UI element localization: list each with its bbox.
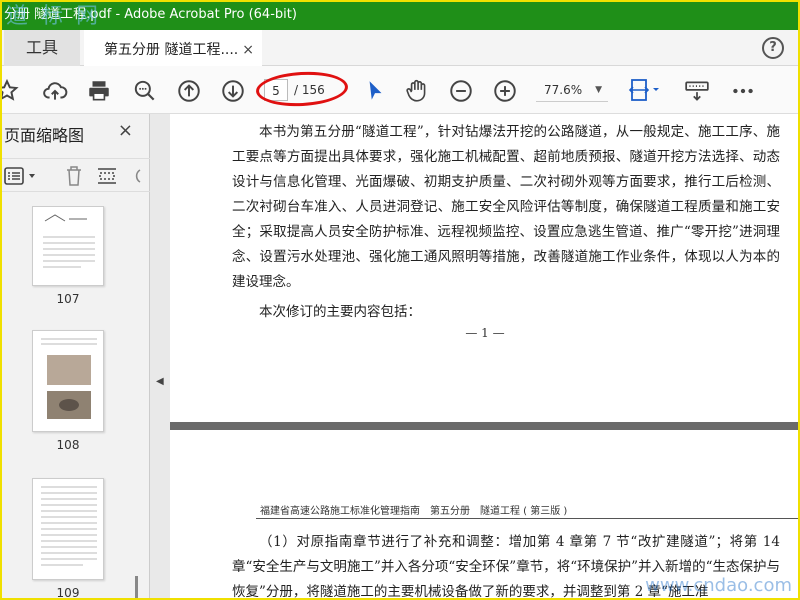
more-icon[interactable] [730,78,756,104]
red-annotation-circle [255,69,349,109]
tab-tools[interactable]: 工具 [4,30,80,66]
upload-icon[interactable] [42,78,68,104]
paragraph: 本书为第五分册“隧道工程”，针对钻爆法开挖的公路隧道，从一般规定、施工工序、施工… [232,124,780,290]
thumbnail-page[interactable] [32,330,104,432]
main-toolbar: 5 / 156 77.6% ▼ [0,66,800,114]
chevron-down-icon: ▼ [595,85,602,95]
thumbnail-page[interactable] [32,206,104,286]
thumbnail-page[interactable] [32,478,104,580]
rotate-icon[interactable] [130,167,142,185]
zoom-out-icon[interactable] [448,78,474,104]
tab-close-icon[interactable]: × [242,32,254,68]
watermark-logo: 道 标 网 [6,4,101,29]
thumbnail-scrollbar[interactable] [135,576,138,600]
thumbnail-options-icon[interactable] [4,167,40,185]
tab-document[interactable]: 第五分册 隧道工程.... × [84,30,262,66]
panel-close-icon[interactable]: × [118,120,133,141]
hand-icon[interactable] [404,78,430,104]
keyboard-icon[interactable] [684,78,710,104]
star-icon[interactable] [0,78,20,104]
delete-icon[interactable] [64,165,84,187]
pdf-page: 本书为第五分册“隧道工程”，针对钻爆法开挖的公路隧道，从一般规定、施工工序、施工… [170,114,800,422]
thumbnail-list: 107 108 109 [0,206,144,600]
panel-collapse-handle[interactable]: ◀ [150,114,170,600]
header-rule [256,518,800,519]
tab-document-label: 第五分册 隧道工程.... [104,42,239,58]
insert-page-icon[interactable] [96,165,118,187]
zoom-select[interactable]: 77.6% ▼ [536,78,608,102]
paragraph: 本次修订的主要内容包括： [259,304,421,320]
page-footer-number: — 1 — [465,326,505,340]
thumbnail-panel: 页面缩略图 × 107 108 109 [0,114,150,600]
thumbnail-page-number: 107 [56,292,80,306]
fit-width-icon[interactable] [628,78,664,104]
panel-toolbar [0,158,150,192]
thumbnail-page-number: 108 [56,438,80,452]
tab-bar: 工具 第五分册 隧道工程.... × ? [0,30,800,66]
watermark-url: www.cndao.com [645,575,792,596]
search-icon[interactable] [132,78,158,104]
zoom-in-icon[interactable] [492,78,518,104]
help-icon[interactable]: ? [762,37,784,59]
zoom-value: 77.6% [544,83,583,97]
prev-page-icon[interactable] [176,78,202,104]
running-header: 福建省高速公路施工标准化管理指南 第五分册 隧道工程 ( 第三版 ) [260,506,568,517]
next-page-icon[interactable] [220,78,246,104]
thumbnail-page-number: 109 [56,586,80,600]
print-icon[interactable] [86,78,112,104]
document-viewer[interactable]: 本书为第五分册“隧道工程”，针对钻爆法开挖的公路隧道，从一般规定、施工工序、施工… [170,114,800,600]
title-bar: 分册 隧道工程.pdf - Adobe Acrobat Pro (64-bit)… [0,0,800,30]
collapse-arrow-icon: ◀ [156,376,164,387]
panel-title: 页面缩略图 [4,126,85,145]
select-cursor-icon[interactable] [362,78,388,104]
